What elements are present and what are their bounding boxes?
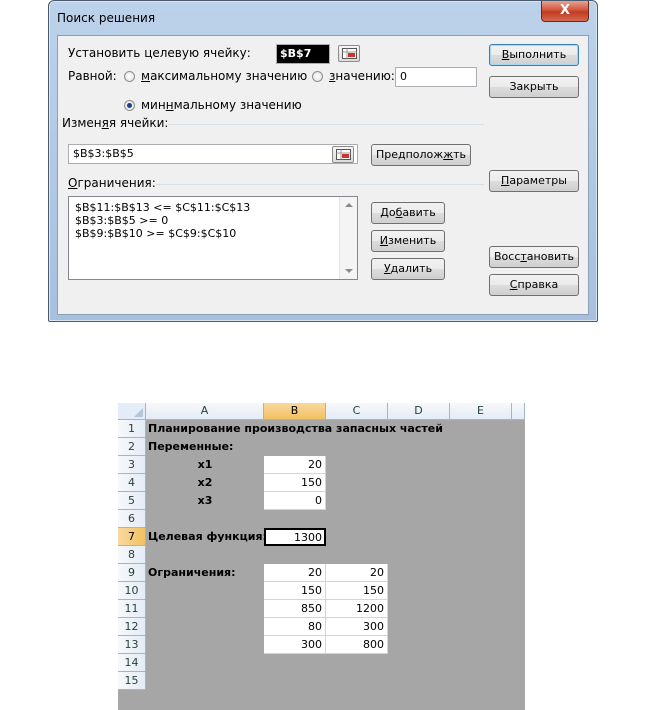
constraint-item[interactable]: $B$9:$B$10 >= $C$9:$C$10 bbox=[69, 227, 357, 240]
dialog-title: Поиск решения bbox=[57, 11, 156, 25]
change-constraint-button[interactable]: Изменить bbox=[371, 230, 445, 252]
cell-b13[interactable]: 300 bbox=[264, 636, 326, 654]
constraint-item[interactable]: $B$11:$B$13 <= $C$11:$C$13 bbox=[69, 201, 357, 214]
help-button[interactable]: Справка bbox=[489, 274, 579, 296]
target-cell-collapse-button[interactable] bbox=[338, 45, 360, 62]
row-header[interactable]: 11 bbox=[118, 600, 146, 618]
cell-b7-active[interactable]: 1300 bbox=[264, 528, 326, 546]
cell-b10[interactable]: 150 bbox=[264, 582, 326, 600]
radio-value[interactable] bbox=[312, 71, 323, 82]
target-cell-label: Установить целевую ячейку: bbox=[68, 46, 251, 60]
target-cell-input[interactable]: $B$7 bbox=[276, 44, 330, 64]
row-header[interactable]: 3 bbox=[118, 456, 146, 474]
cell-a3[interactable]: x1 bbox=[146, 456, 264, 474]
column-header-next[interactable] bbox=[512, 403, 525, 420]
cell-c13[interactable]: 800 bbox=[326, 636, 388, 654]
cell-a5[interactable]: x3 bbox=[146, 492, 264, 510]
cell-b4[interactable]: 150 bbox=[264, 474, 326, 492]
row-header[interactable]: 13 bbox=[118, 636, 146, 654]
cell-b11[interactable]: 850 bbox=[264, 600, 326, 618]
column-header-b[interactable]: B bbox=[264, 403, 326, 420]
add-constraint-button[interactable]: Добавить bbox=[371, 202, 445, 224]
dialog-client: Установить целевую ячейку: $B$7 Равной: … bbox=[57, 35, 589, 315]
cell-a7[interactable]: Целевая функция: bbox=[146, 528, 267, 546]
column-header-e[interactable]: E bbox=[450, 403, 512, 420]
dialog-titlebar[interactable]: Поиск решения X bbox=[49, 1, 597, 35]
radio-min[interactable] bbox=[124, 100, 135, 111]
radio-max[interactable] bbox=[124, 71, 135, 82]
constraints-listbox[interactable]: $B$11:$B$13 <= $C$11:$C$13 $B$3:$B$5 >= … bbox=[68, 196, 358, 280]
row-header[interactable]: 12 bbox=[118, 618, 146, 636]
close-button[interactable]: Закрыть bbox=[489, 76, 579, 98]
solver-dialog: Поиск решения X Установить целевую ячейк… bbox=[48, 0, 598, 322]
row-header[interactable]: 6 bbox=[118, 510, 146, 528]
range-select-icon bbox=[336, 149, 351, 160]
equal-to-label: Равной: bbox=[68, 69, 117, 83]
cell-c10[interactable]: 150 bbox=[326, 582, 388, 600]
cell-a2[interactable]: Переменные: bbox=[146, 438, 264, 456]
constraints-scrollbar[interactable] bbox=[339, 197, 357, 279]
radio-value-label: значению: bbox=[329, 69, 395, 83]
row-header[interactable]: 7 bbox=[118, 528, 146, 546]
row-header[interactable]: 5 bbox=[118, 492, 146, 510]
changing-cells-collapse-button[interactable] bbox=[332, 146, 354, 163]
row-header[interactable]: 9 bbox=[118, 564, 146, 582]
spreadsheet: A B C D E 1 2 3 4 5 6 7 8 9 10 11 12 13 … bbox=[118, 403, 525, 710]
column-header-c[interactable]: C bbox=[326, 403, 388, 420]
changing-cells-label: Изменяя ячейки: bbox=[62, 116, 172, 130]
row-header[interactable]: 14 bbox=[118, 654, 146, 672]
row-header[interactable]: 8 bbox=[118, 546, 146, 564]
select-all-corner[interactable] bbox=[118, 403, 146, 420]
cell-c11[interactable]: 1200 bbox=[326, 600, 388, 618]
target-value-input[interactable]: 0 bbox=[395, 67, 477, 87]
row-header[interactable]: 1 bbox=[118, 420, 146, 438]
changing-cells-input[interactable]: $B$3:$B$5 bbox=[68, 144, 358, 164]
run-button[interactable]: Выполнить bbox=[489, 44, 579, 66]
scroll-down-icon[interactable] bbox=[345, 269, 353, 273]
row-header[interactable]: 4 bbox=[118, 474, 146, 492]
guess-button[interactable]: Предположжть bbox=[371, 144, 471, 166]
row-header[interactable]: 15 bbox=[118, 672, 146, 690]
cell-a4[interactable]: x2 bbox=[146, 474, 264, 492]
cell-a9[interactable]: Ограничения: bbox=[146, 564, 264, 582]
row-header[interactable]: 2 bbox=[118, 438, 146, 456]
cell-b5[interactable]: 0 bbox=[264, 492, 326, 510]
cell-b3[interactable]: 20 bbox=[264, 456, 326, 474]
options-button[interactable]: Параметры bbox=[489, 170, 579, 192]
constraints-group-line bbox=[156, 184, 484, 185]
column-header-d[interactable]: D bbox=[388, 403, 450, 420]
reset-button[interactable]: Восстановить bbox=[489, 246, 579, 268]
cell-c9[interactable]: 20 bbox=[326, 564, 388, 582]
cell-b12[interactable]: 80 bbox=[264, 618, 326, 636]
cell-b9[interactable]: 20 bbox=[264, 564, 326, 582]
close-icon[interactable]: X bbox=[541, 1, 589, 22]
changing-group-line bbox=[168, 124, 484, 125]
range-select-icon bbox=[342, 48, 357, 59]
radio-max-label: максимальному значению bbox=[141, 69, 308, 83]
scroll-up-icon[interactable] bbox=[345, 203, 353, 207]
column-header-a[interactable]: A bbox=[146, 403, 264, 420]
constraint-item[interactable]: $B$3:$B$5 >= 0 bbox=[69, 214, 357, 227]
radio-min-label: миннмальному значению bbox=[141, 98, 302, 112]
row-header[interactable]: 10 bbox=[118, 582, 146, 600]
cell-a1-title[interactable]: Планирование производства запасных часте… bbox=[146, 420, 516, 438]
delete-constraint-button[interactable]: Удалить bbox=[371, 258, 445, 280]
constraints-label: Ограничения: bbox=[68, 176, 159, 190]
cell-c12[interactable]: 300 bbox=[326, 618, 388, 636]
